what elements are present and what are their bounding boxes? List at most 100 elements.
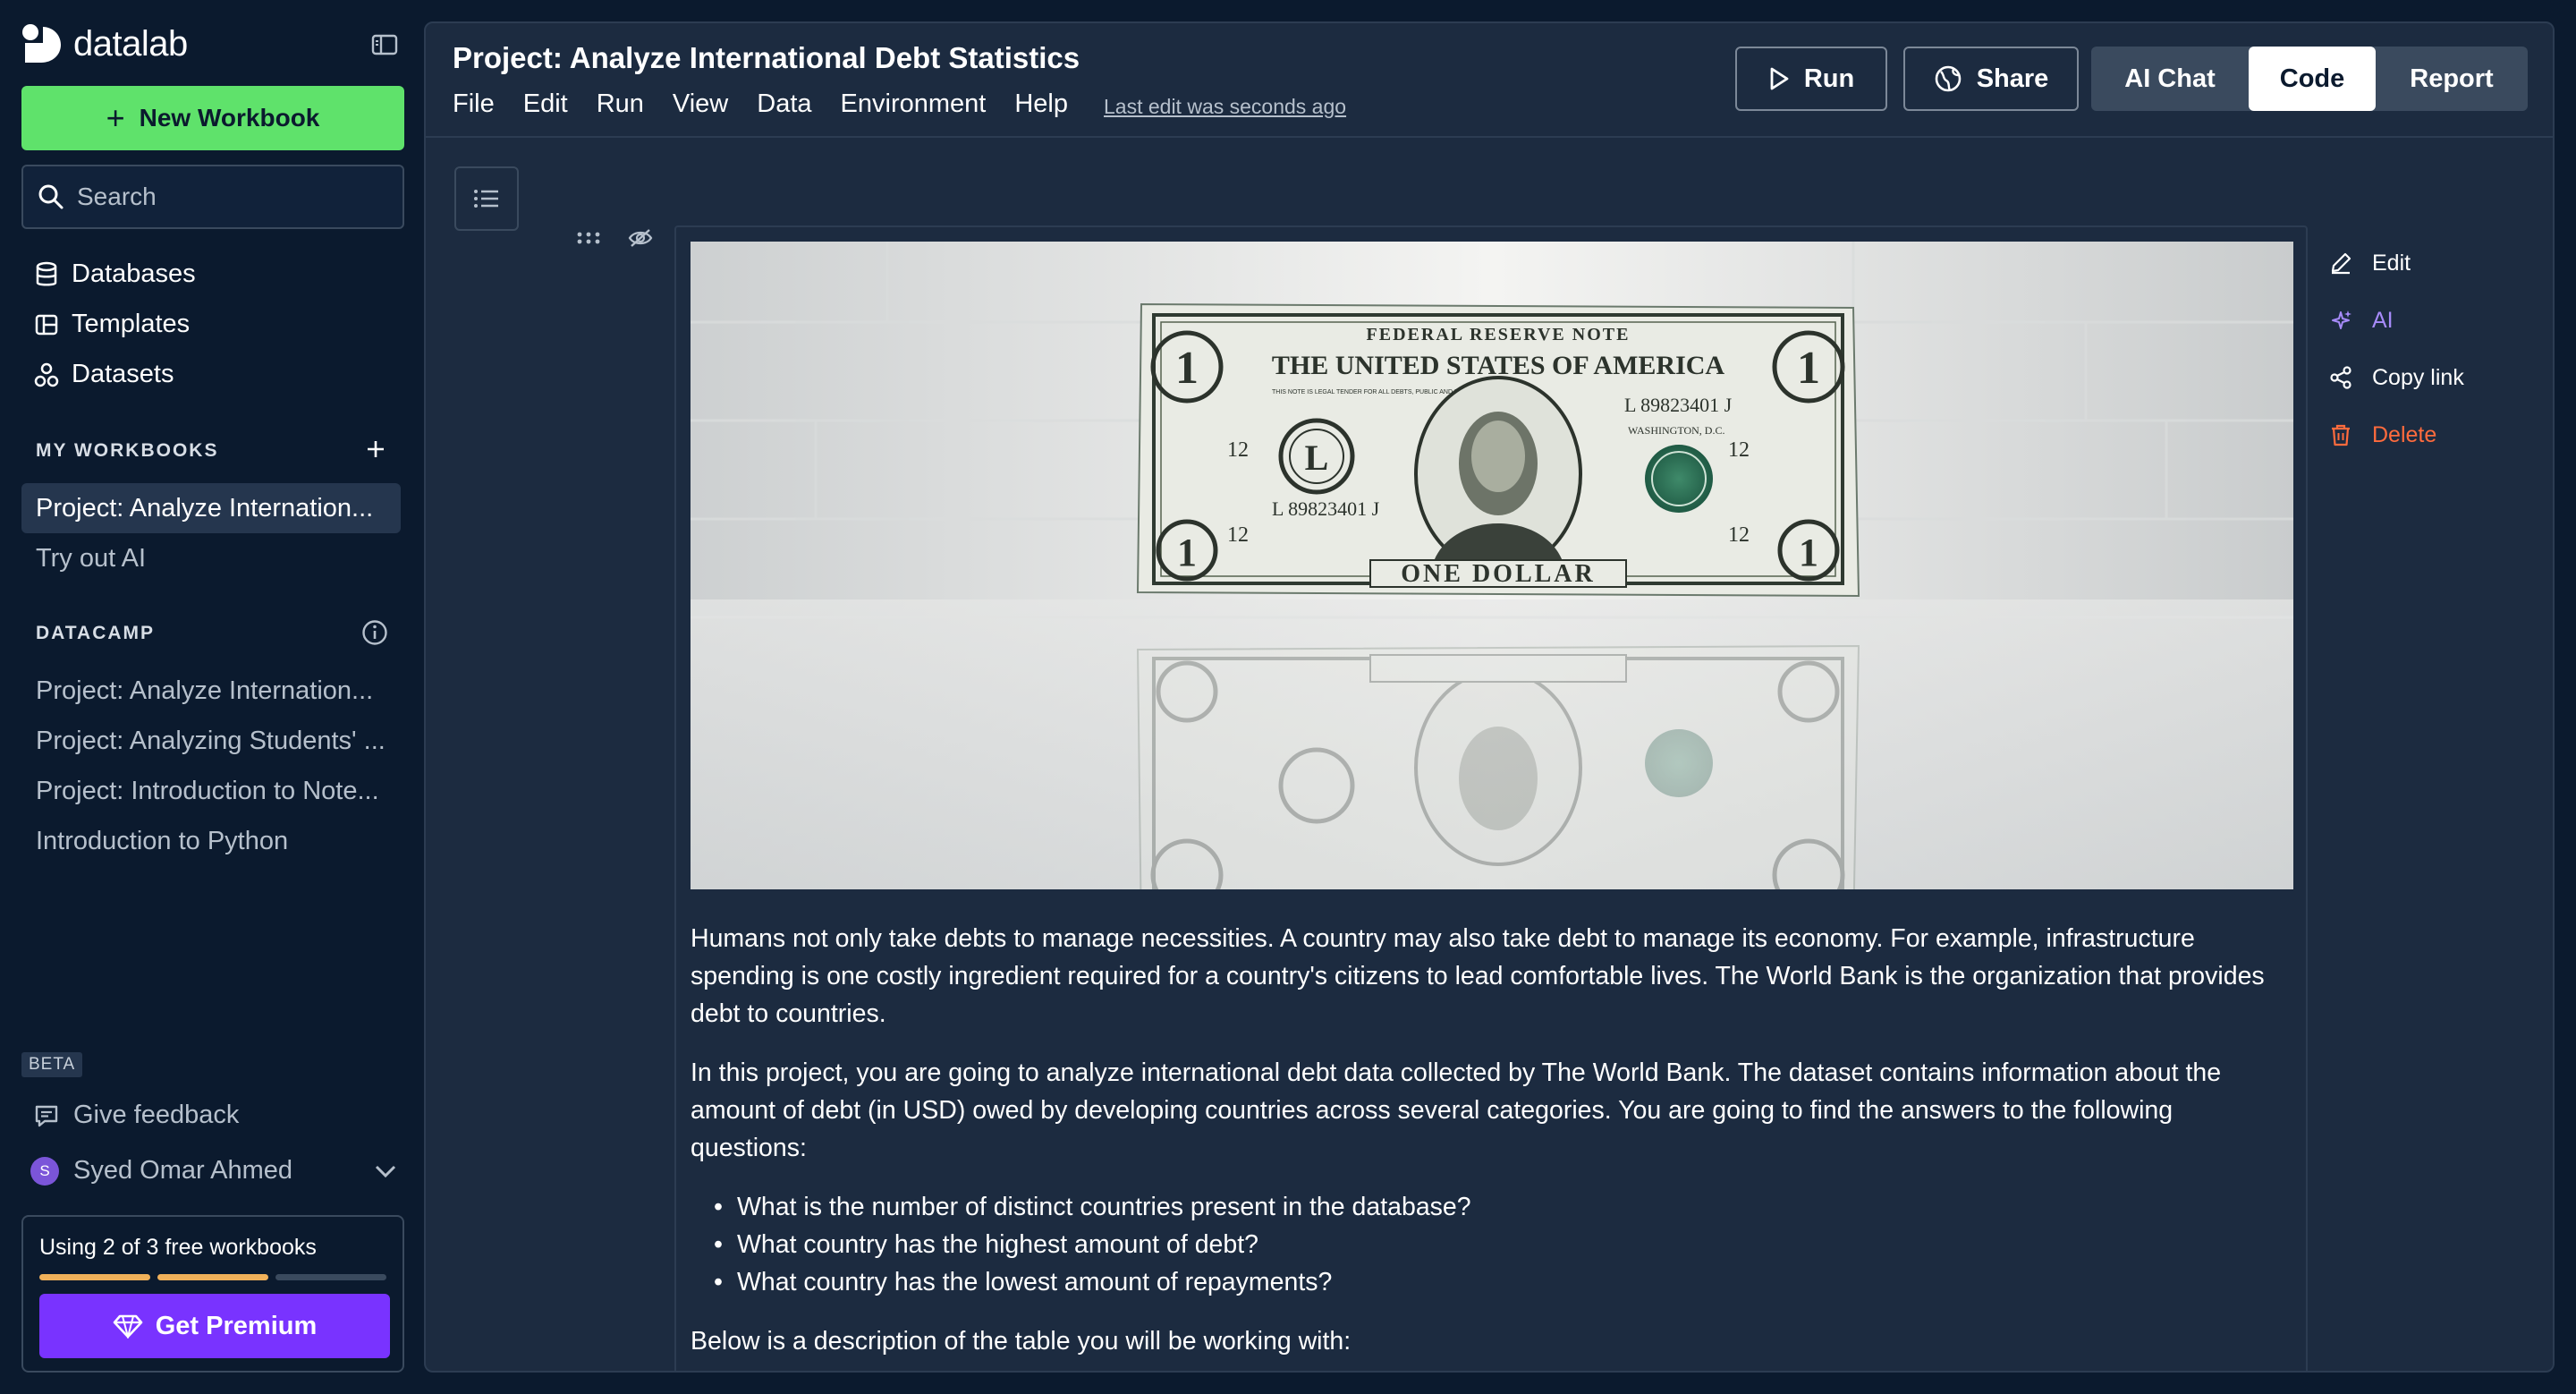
- menu-bar: File Edit Run View Data Environment Help: [453, 89, 1097, 119]
- svg-text:1: 1: [1797, 343, 1820, 394]
- my-workbooks-heading: MY WORKBOOKS: [36, 440, 219, 461]
- datacamp-item[interactable]: Introduction to Python: [21, 816, 401, 866]
- tab-report[interactable]: Report: [2376, 47, 2528, 111]
- templates-icon: [35, 314, 58, 335]
- datalab-logo[interactable]: datalab: [21, 23, 188, 64]
- sidebar-item-databases[interactable]: Databases: [34, 259, 196, 289]
- drag-handle-icon[interactable]: [576, 231, 601, 245]
- svg-text:FEDERAL RESERVE NOTE: FEDERAL RESERVE NOTE: [1367, 325, 1631, 344]
- play-icon: [1770, 67, 1789, 90]
- workbook-item[interactable]: Try out AI: [21, 533, 401, 583]
- svg-text:WASHINGTON, D.C.: WASHINGTON, D.C.: [1628, 424, 1724, 437]
- collapse-sidebar-icon[interactable]: [371, 34, 398, 55]
- menu-help[interactable]: Help: [1014, 89, 1068, 119]
- datacamp-item[interactable]: Project: Introduction to Note...: [21, 766, 401, 816]
- project-paragraph: In this project, you are going to analyz…: [691, 1058, 2222, 1162]
- mode-switch: AI Chat Code Report: [2091, 47, 2528, 111]
- workbook-item[interactable]: Project: Analyze Internation...: [21, 483, 401, 533]
- avatar: S: [30, 1156, 59, 1186]
- svg-text:ONE DOLLAR: ONE DOLLAR: [1401, 560, 1595, 588]
- svg-text:12: 12: [1227, 523, 1249, 547]
- datacamp-item[interactable]: Project: Analyze Internation...: [21, 666, 401, 716]
- user-menu[interactable]: S Syed Omar Ahmed: [30, 1156, 397, 1186]
- markdown-cell[interactable]: FEDERAL RESERVE NOTE THE UNITED STATES O…: [674, 225, 2308, 1371]
- give-feedback-link[interactable]: Give feedback: [34, 1101, 239, 1130]
- svg-text:L 89823401 J: L 89823401 J: [1624, 394, 1733, 416]
- sidebar-item-datasets[interactable]: Datasets: [34, 360, 174, 389]
- usage-segment: [157, 1274, 268, 1280]
- svg-text:1: 1: [1177, 531, 1197, 574]
- copy-link-label: Copy link: [2372, 364, 2464, 390]
- workbook-header: Project: Analyze International Debt Stat…: [426, 23, 2553, 138]
- chevron-down-icon: [375, 1165, 396, 1177]
- diamond-icon: [113, 1314, 143, 1339]
- usage-segment: [39, 1274, 150, 1280]
- usage-segment: [275, 1274, 386, 1280]
- questions-list: What is the number of distinct countries…: [714, 1188, 2292, 1301]
- menu-file[interactable]: File: [453, 89, 495, 119]
- menu-data[interactable]: Data: [757, 89, 811, 119]
- last-edit-link[interactable]: Last edit was seconds ago: [1104, 95, 1346, 119]
- sparkle-icon: [2332, 310, 2351, 329]
- tab-code[interactable]: Code: [2249, 47, 2376, 111]
- page-title[interactable]: Project: Analyze International Debt Stat…: [453, 41, 1080, 75]
- usage-text: Using 2 of 3 free workbooks: [39, 1235, 317, 1260]
- new-workbook-label: New Workbook: [139, 104, 320, 132]
- new-workbook-button[interactable]: + New Workbook: [21, 86, 404, 150]
- list-item: What country has the highest amount of d…: [714, 1226, 2292, 1263]
- svg-text:12: 12: [1728, 523, 1750, 547]
- cell-edit-label: Edit: [2372, 250, 2411, 276]
- svg-text:12: 12: [1227, 438, 1249, 462]
- svg-text:1: 1: [1175, 343, 1199, 394]
- menu-run[interactable]: Run: [597, 89, 644, 119]
- svg-text:L: L: [1305, 438, 1329, 478]
- list-item: What country has the lowest amount of re…: [714, 1263, 2292, 1301]
- search-input[interactable]: Search: [21, 165, 404, 229]
- cell-ai-label: AI: [2372, 307, 2394, 333]
- datacamp-heading: DATACAMP: [36, 623, 156, 643]
- delete-label: Delete: [2372, 421, 2437, 447]
- cell-edit-button[interactable]: Edit: [2329, 234, 2464, 292]
- run-button[interactable]: Run: [1735, 47, 1887, 111]
- outline-toggle-button[interactable]: [454, 166, 519, 231]
- datacamp-item[interactable]: Project: Analyzing Students' ...: [21, 716, 401, 766]
- cell-ai-button[interactable]: AI: [2329, 292, 2464, 349]
- markdown-content: Humans not only take debts to manage nec…: [691, 920, 2292, 1371]
- search-placeholder: Search: [77, 183, 157, 210]
- usage-card: Using 2 of 3 free workbooks Get Premium: [21, 1215, 404, 1373]
- share-button[interactable]: Share: [1903, 47, 2079, 111]
- database-icon: [36, 261, 57, 285]
- user-name: Syed Omar Ahmed: [73, 1156, 292, 1185]
- dollar-bill-image: FEDERAL RESERVE NOTE THE UNITED STATES O…: [691, 242, 2293, 889]
- copy-link-button[interactable]: Copy link: [2329, 349, 2464, 406]
- menu-view[interactable]: View: [673, 89, 728, 119]
- table-description-intro: Below is a description of the table you …: [691, 1327, 1352, 1356]
- sidebar-item-label: Templates: [72, 310, 191, 338]
- svg-text:12: 12: [1728, 438, 1750, 462]
- sidebar-item-label: Datasets: [72, 360, 174, 388]
- intro-paragraph: Humans not only take debts to manage nec…: [691, 924, 2265, 1028]
- sidebar: datalab + New Workbook Search Databases …: [0, 0, 420, 1394]
- cell-toolbar: [576, 227, 653, 249]
- plus-icon: +: [106, 99, 125, 136]
- app-name: datalab: [73, 23, 188, 64]
- datalab-logo-icon: [22, 24, 61, 63]
- svg-text:1: 1: [1799, 531, 1818, 574]
- share-label: Share: [1976, 64, 2049, 93]
- tab-ai-chat[interactable]: AI Chat: [2091, 47, 2249, 111]
- hide-eye-icon[interactable]: [628, 227, 653, 249]
- bill-reflection: [1136, 644, 1860, 889]
- cell-actions-menu: Edit AI Copy link Delete: [2329, 234, 2464, 463]
- get-premium-button[interactable]: Get Premium: [39, 1294, 390, 1358]
- beta-badge: BETA: [21, 1052, 83, 1077]
- menu-edit[interactable]: Edit: [523, 89, 568, 119]
- menu-environment[interactable]: Environment: [841, 89, 987, 119]
- delete-cell-button[interactable]: Delete: [2329, 406, 2464, 463]
- datasets-icon: [34, 362, 59, 387]
- info-icon[interactable]: [361, 619, 388, 646]
- run-label: Run: [1803, 64, 1855, 93]
- add-workbook-icon[interactable]: [365, 438, 386, 460]
- share-icon: [2330, 366, 2351, 389]
- sidebar-item-templates[interactable]: Templates: [34, 310, 190, 339]
- sidebar-item-label: Databases: [72, 259, 196, 288]
